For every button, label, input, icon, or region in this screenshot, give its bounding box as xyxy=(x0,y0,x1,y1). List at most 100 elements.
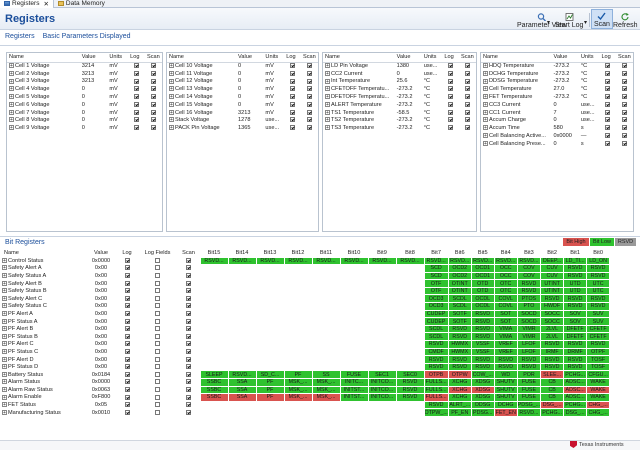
table-row[interactable]: + Cell 3 Voltage 3213 mV xyxy=(7,78,162,86)
expand-icon[interactable]: + xyxy=(483,78,488,84)
scan-checkbox[interactable] xyxy=(185,288,191,294)
bit-cell[interactable]: PF xyxy=(283,370,313,379)
table-row[interactable]: + Cell 15 Voltage 0 mV xyxy=(167,101,318,109)
expand-icon[interactable]: + xyxy=(325,109,330,115)
bit-cell[interactable]: FUSE xyxy=(516,378,542,387)
log-fields-checkbox[interactable] xyxy=(155,318,160,324)
bit-cell[interactable]: TOSF xyxy=(586,355,611,364)
table-row[interactable]: + Cell 1 Voltage 3214 mV xyxy=(7,62,162,70)
log-checkbox[interactable] xyxy=(124,333,130,339)
bit-cell[interactable]: DEEP... xyxy=(540,256,565,266)
scan-checkbox[interactable] xyxy=(150,109,156,115)
expand-icon[interactable]: + xyxy=(325,70,330,76)
log-checkbox[interactable] xyxy=(124,280,130,286)
bit-cell[interactable]: RSVD... xyxy=(493,256,518,266)
bit-cell[interactable]: INITST... xyxy=(339,385,369,395)
log-checkbox[interactable] xyxy=(605,78,611,84)
log-checkbox[interactable] xyxy=(290,78,296,84)
bit-cell[interactable]: SOV xyxy=(563,309,588,319)
expand-icon[interactable]: + xyxy=(2,280,7,286)
scan-checkbox[interactable] xyxy=(622,86,627,92)
bit-register-row[interactable]: + Manufacturing Status 0x0010 OTPW_... PF_EN… xyxy=(0,408,611,417)
log-checkbox[interactable] xyxy=(134,101,140,107)
log-checkbox[interactable] xyxy=(605,133,611,139)
log-checkbox[interactable] xyxy=(605,86,611,92)
scan-checkbox[interactable] xyxy=(185,333,191,339)
bit-cell[interactable]: SCD xyxy=(423,271,449,281)
scan-checkbox[interactable] xyxy=(185,318,191,324)
table-row[interactable]: + Cell 2 Voltage 3213 mV xyxy=(7,70,162,78)
log-checkbox[interactable] xyxy=(290,63,296,69)
scan-checkbox[interactable] xyxy=(185,348,191,354)
bit-cell[interactable]: OCD1 xyxy=(470,264,495,273)
log-checkbox[interactable] xyxy=(124,356,130,362)
bit-cell[interactable]: DSG_... xyxy=(540,400,565,410)
log-fields-checkbox[interactable] xyxy=(155,379,160,385)
table-row[interactable]: + DDSG Temperature -273.2 °C xyxy=(481,78,633,86)
log-checkbox[interactable] xyxy=(448,109,454,115)
bit-cell[interactable]: CUV xyxy=(540,264,565,273)
bit-cell[interactable]: RSVD... xyxy=(423,256,449,266)
bit-cell[interactable]: XDSG xyxy=(470,385,495,395)
expand-icon[interactable]: + xyxy=(9,125,14,131)
start-log-dropdown[interactable]: ▾ xyxy=(582,18,589,26)
bit-cell[interactable]: HWDF xyxy=(540,302,565,311)
bit-cell[interactable]: VSSF xyxy=(470,340,495,349)
bit-cell[interactable]: IRMF xyxy=(540,347,565,357)
bit-cell[interactable]: PF_EN xyxy=(447,408,472,417)
table-row[interactable]: + Cell 16 Voltage 3213 mV xyxy=(167,109,318,117)
bit-register-row[interactable]: + Safety Status C 0x00 OCD3 SCDL OCDL COVL PTO H… xyxy=(0,302,611,311)
log-checkbox[interactable] xyxy=(124,402,130,408)
bit-register-row[interactable]: + PF Alert D 0x00 RSVD RSVD RSVD RSVD RSVD RSVD R… xyxy=(0,355,611,364)
expand-icon[interactable]: + xyxy=(9,109,14,115)
table-row[interactable]: + TS2 Temperature -273.2 °C xyxy=(323,117,476,125)
table-row[interactable]: + Cell 5 Voltage 0 mV xyxy=(7,93,162,101)
table-row[interactable]: + CC1 Current 7 use... xyxy=(481,109,633,117)
scan-checkbox[interactable] xyxy=(185,310,191,316)
bit-cell[interactable]: UTD xyxy=(563,279,588,288)
expand-icon[interactable]: + xyxy=(169,109,174,115)
bit-cell[interactable]: SOCD xyxy=(516,309,542,319)
scan-checkbox[interactable] xyxy=(306,70,312,76)
log-fields-checkbox[interactable] xyxy=(155,394,160,400)
expand-icon[interactable]: + xyxy=(483,86,488,92)
col-scan[interactable]: Scan xyxy=(458,53,476,63)
bit-cell[interactable]: LD_TI... xyxy=(563,256,588,266)
scan-checkbox[interactable] xyxy=(185,326,191,332)
bit-cell[interactable]: WD xyxy=(493,370,518,379)
bit-cell[interactable]: UTC xyxy=(586,279,611,288)
bit-cell[interactable]: RSVD xyxy=(540,362,565,372)
expand-icon[interactable]: + xyxy=(325,78,330,84)
bit-cell[interactable]: VREF xyxy=(493,347,518,357)
log-checkbox[interactable] xyxy=(448,125,454,131)
expand-icon[interactable]: + xyxy=(483,125,488,131)
bit-cell[interactable]: DRMF xyxy=(563,347,588,357)
bit-cell[interactable]: PDSG_... xyxy=(516,400,542,410)
bit-register-row[interactable]: + PF Status A 0x00 CUDEP SOTF RSVD SOT SOCD SOCC… xyxy=(0,317,611,326)
log-checkbox[interactable] xyxy=(448,70,454,76)
log-checkbox[interactable] xyxy=(134,109,140,115)
table-row[interactable]: + CC2 Current 0 use... xyxy=(323,70,476,78)
expand-icon[interactable]: + xyxy=(2,303,7,309)
log-checkbox[interactable] xyxy=(134,63,140,69)
bit-cell[interactable]: COW_... xyxy=(470,370,495,379)
scan-checkbox[interactable] xyxy=(306,94,312,100)
bit-cell[interactable]: UTC xyxy=(586,286,611,296)
bit-cell[interactable]: DCHG xyxy=(493,400,518,410)
bit-cell[interactable]: ALRT_... xyxy=(447,400,472,410)
bit-cell[interactable]: MSK_... xyxy=(283,378,313,387)
log-checkbox[interactable] xyxy=(124,364,130,370)
bit-cell[interactable]: RSVD xyxy=(470,332,495,342)
bit-cell[interactable]: SLEE... xyxy=(540,370,565,379)
bit-cell[interactable]: RSVD... xyxy=(447,256,472,266)
col-name[interactable]: Name xyxy=(167,53,237,63)
log-checkbox[interactable] xyxy=(290,94,296,100)
bit-register-row[interactable]: + PF Status C 0x00 CMDF HWMX VSSF VREF LFOF IRMF… xyxy=(0,347,611,357)
bit-cell[interactable]: SEC1 xyxy=(367,370,397,379)
bit-cell[interactable]: RSVD xyxy=(447,332,472,342)
bit-cell[interactable]: SSBC xyxy=(199,393,229,402)
bit-cell[interactable]: SCDL xyxy=(423,332,449,342)
log-checkbox[interactable] xyxy=(290,101,296,107)
bit-register-row[interactable]: + Safety Alert A 0x00 SCD OCD2 OCD1 OCC COV CUV R… xyxy=(0,264,611,273)
table-row[interactable]: + Cell Balancing Prese... 0 s xyxy=(481,140,633,148)
